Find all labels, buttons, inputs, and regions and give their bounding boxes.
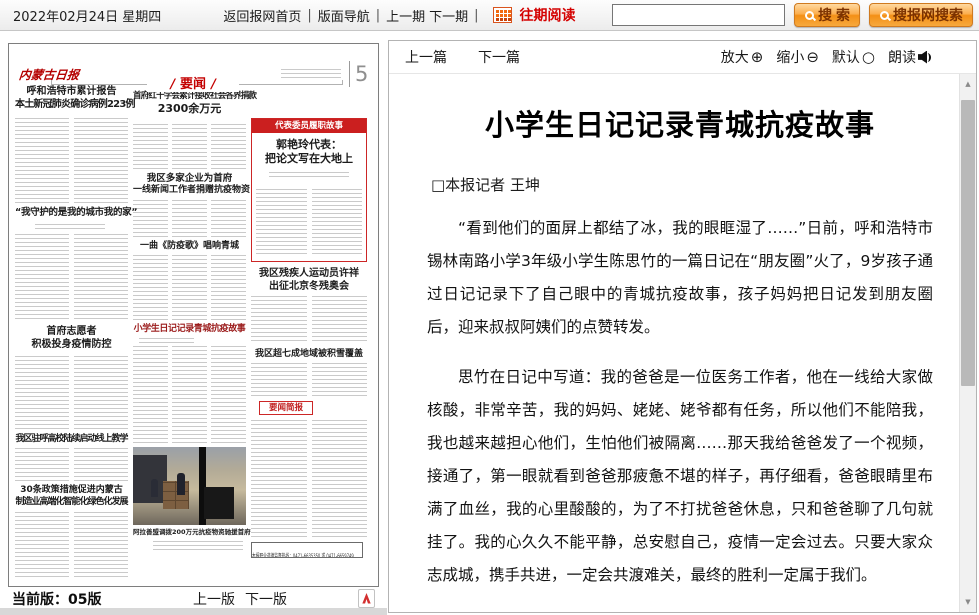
article-toolbar: 上一篇 下一篇 放大⊕ 缩小⊖ 默认○ 朗读	[389, 41, 976, 74]
separator: |	[307, 8, 311, 23]
person-silhouette	[151, 479, 158, 497]
headline-paralympian[interactable]: 我区残疾人运动员许祥 出征北京冬残奥会	[251, 267, 367, 293]
scroll-up-icon[interactable]: ▲	[960, 76, 976, 92]
read-aloud-button[interactable]: 朗读	[888, 47, 932, 67]
pdf-icon[interactable]	[358, 589, 375, 608]
scrollbar[interactable]: ▲ ▼	[959, 74, 976, 612]
view-controls: 放大⊕ 缩小⊖ 默认○ 朗读	[721, 47, 932, 67]
truck-shape	[133, 455, 167, 503]
ethics-hotline-box: 本报职业道德监督热线：0471-6635350 或 0471-6659749	[251, 542, 363, 558]
speaker-icon	[918, 51, 932, 64]
default-size-icon: ○	[862, 50, 875, 65]
scrollbar-thumb[interactable]	[961, 100, 975, 386]
article-body-microtext	[15, 448, 128, 482]
headline-online-teaching[interactable]: 我区驻呼高校陆续启动线上教学	[15, 434, 128, 446]
news-photo[interactable]	[133, 447, 246, 525]
topbar: 2022年02月24日 星期四 返回报网首页 | 版面导航 | 上一期 下一期 | 往…	[0, 0, 979, 31]
slash-decor: /	[170, 77, 175, 92]
headline-enterprise-donation[interactable]: 我区多家企业为首府 一线新闻工作者捐赠抗疫物资	[133, 173, 246, 197]
search-input[interactable]	[612, 4, 785, 26]
article-panel: 上一篇 下一篇 放大⊕ 缩小⊖ 默认○ 朗读 小学生日记记录青城抗疫故事 □本报…	[388, 40, 977, 613]
article-body-microtext	[15, 118, 128, 204]
search-button-label: 搜 索	[818, 5, 850, 25]
headline-antiepidemic-song[interactable]: 一曲《防疫歌》唱响青城	[133, 241, 246, 253]
article-title: 小学生日记记录青城抗疫故事	[427, 102, 933, 144]
archive-link[interactable]: 往期阅读	[520, 5, 576, 25]
separator: |	[474, 8, 478, 23]
article-body-microtext	[133, 346, 246, 444]
zoom-in-button[interactable]: 放大⊕	[721, 47, 764, 67]
page-number: 5	[349, 61, 368, 87]
article-body-microtext	[15, 512, 128, 578]
article-author: □本报记者 王坤	[431, 174, 933, 195]
headline-deputy-guo[interactable]: 郭艳玲代表： 把论文写在大地上	[252, 138, 366, 167]
topbar-nav: 返回报网首页 | 版面导航 | 上一期 下一期 | 往期阅读	[223, 5, 575, 25]
article-paragraph: 思竹在日记中写道：我的爸爸是一位医务工作者，他在一线给大家做核酸，非常辛苦，我的…	[427, 361, 933, 592]
article-body-microtext	[15, 356, 128, 430]
news-brief-tag[interactable]: 要闻简报	[259, 401, 313, 415]
search-area: 搜 索 搜报网搜索	[612, 3, 973, 27]
default-size-button[interactable]: 默认○	[832, 47, 875, 67]
article-body-microtext	[133, 124, 246, 170]
bottom-strip	[0, 608, 387, 615]
page-navigation-link[interactable]: 版面导航	[318, 6, 370, 25]
zoom-out-button[interactable]: 缩小⊖	[776, 47, 819, 67]
home-link[interactable]: 返回报网首页	[223, 6, 301, 25]
forklift-shape	[204, 487, 234, 519]
byline-microtext	[139, 338, 194, 343]
prev-issue-link[interactable]: 上一期	[386, 6, 425, 25]
article-paragraph: 思竹的爸爸陈波是呼和浩特市第一医院的一名神经外科医生，2月17日开始，被抽调到呼…	[427, 609, 933, 612]
person-silhouette	[177, 473, 185, 495]
article-body-microtext	[256, 189, 362, 256]
photo-caption: 阿拉善盟调拨200万元抗疫物资驰援首府	[133, 528, 246, 536]
headline-volunteers[interactable]: 首府志愿者 积极投身疫情防控	[15, 325, 128, 351]
article-content: 小学生日记记录青城抗疫故事 □本报记者 王坤 “看到他们的面屏上都结了冰，我的眼…	[389, 74, 959, 612]
epaper-app: 2022年02月24日 星期四 返回报网首页 | 版面导航 | 上一期 下一期 | 往…	[0, 0, 979, 615]
zoom-in-icon: ⊕	[751, 50, 764, 65]
next-issue-link[interactable]: 下一期	[429, 6, 468, 25]
column-tag: 代表委员履职故事	[252, 119, 366, 133]
byline-microtext	[35, 224, 105, 230]
slash-decor: /	[211, 77, 216, 92]
site-search-button[interactable]: 搜报网搜索	[869, 3, 973, 27]
next-page-link[interactable]: 下一版	[245, 589, 287, 609]
prev-article-link[interactable]: 上一篇	[405, 47, 447, 67]
calendar-icon	[493, 7, 512, 23]
article-body-microtext	[251, 420, 367, 538]
supply-boxes-shape	[163, 481, 189, 509]
scroll-down-icon[interactable]: ▼	[960, 594, 976, 610]
article-body-microtext	[15, 234, 128, 322]
article-paragraph: “看到他们的面屏上都结了冰，我的眼眶湿了……”日前，呼和浩特市锡林南路小学3年级…	[427, 212, 933, 344]
search-icon	[879, 10, 890, 21]
photo-credit-microtext	[153, 541, 243, 553]
byline-microtext	[269, 172, 349, 177]
next-article-link[interactable]: 下一篇	[478, 47, 520, 67]
current-page-label: 当前版：05版	[12, 589, 101, 609]
edition-credits-microtext	[281, 69, 341, 80]
newspaper-masthead-logo: 内蒙古日报	[18, 66, 80, 83]
headline-redcross-donation[interactable]: 首府红十字会累计接收社会各界捐款 2300余万元	[133, 91, 246, 116]
article-body-microtext	[133, 255, 246, 321]
prev-page-link[interactable]: 上一版	[193, 589, 235, 609]
featured-story-box[interactable]: 代表委员履职故事 郭艳玲代表： 把论文写在大地上	[251, 118, 367, 262]
headline-guarding-city[interactable]: “我守护的是我的城市我的家”	[15, 207, 128, 219]
page-pager: 当前版：05版 上一版 下一版	[8, 589, 379, 607]
article-body-microtext	[133, 200, 246, 238]
headline-snow-coverage[interactable]: 我区超七成地域被积雪覆盖	[251, 349, 367, 361]
zoom-out-icon: ⊖	[806, 50, 819, 65]
search-button[interactable]: 搜 索	[794, 3, 860, 27]
section-title: /要闻/	[147, 73, 239, 92]
site-search-button-label: 搜报网搜索	[893, 5, 963, 25]
article-body-microtext	[251, 363, 367, 396]
issue-date: 2022年02月24日 星期四	[13, 6, 161, 25]
headline-covid-cases[interactable]: 呼和浩特市累计报告 本土新冠肺炎确诊病例223例	[15, 85, 128, 111]
search-icon	[804, 10, 815, 21]
page-thumbnail[interactable]: 内蒙古日报 /要闻/ 5 呼和浩特市累计报告 本土新冠肺炎确诊病例223例 “我…	[8, 43, 379, 587]
separator: |	[376, 8, 380, 23]
article-body-microtext	[251, 296, 367, 344]
headline-current-article[interactable]: 小学生日记记录青城抗疫故事	[133, 324, 246, 336]
headline-manufacturing-policy[interactable]: 30条政策措施促进内蒙古 制造业高端化智能化绿色化发展	[15, 485, 128, 508]
